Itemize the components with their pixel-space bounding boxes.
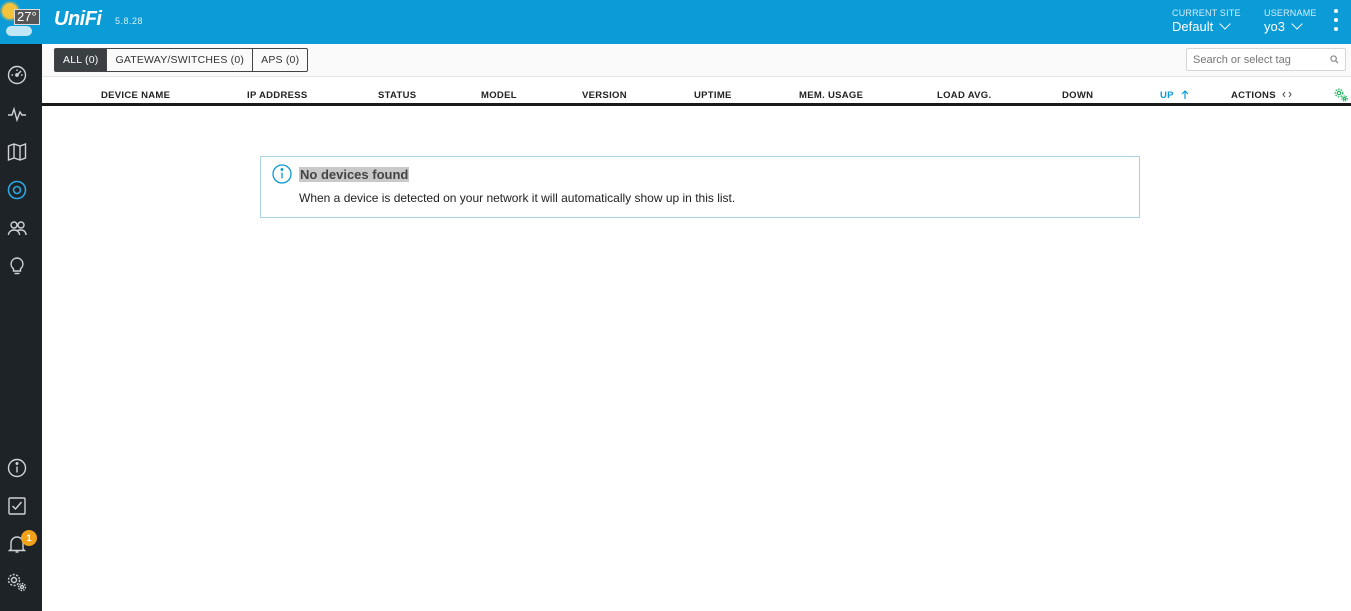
clients-icon[interactable] xyxy=(7,218,27,238)
column-actions-label: ACTIONS xyxy=(1231,90,1276,101)
empty-state-notice: No devices found When a device is detect… xyxy=(260,156,1140,218)
sort-ascending-icon xyxy=(1181,90,1189,99)
column-device-name[interactable]: DEVICE NAME xyxy=(101,90,170,101)
device-type-tabs: ALL (0) GATEWAY/SWITCHES (0) APS (0) xyxy=(54,48,309,72)
chevron-down-icon xyxy=(1291,18,1303,30)
tasks-icon[interactable] xyxy=(7,496,27,516)
column-mem-usage[interactable]: MEM. USAGE xyxy=(799,90,863,101)
info-icon xyxy=(272,164,292,184)
username-caption: USERNAME xyxy=(1264,8,1317,18)
settings-icon[interactable] xyxy=(7,572,27,592)
column-status[interactable]: STATUS xyxy=(378,90,416,101)
unifi-logo[interactable]: UniFi xyxy=(54,8,102,31)
weather-temperature: 27° xyxy=(14,9,40,25)
devices-icon[interactable] xyxy=(7,180,27,200)
tab-aps[interactable]: APS (0) xyxy=(252,49,307,71)
column-actions[interactable]: ACTIONS xyxy=(1231,90,1292,101)
username-value: yo3 xyxy=(1264,19,1285,34)
tab-all[interactable]: ALL (0) xyxy=(55,49,107,71)
current-site-caption: CURRENT SITE xyxy=(1172,8,1241,18)
insights-icon[interactable] xyxy=(7,256,27,276)
current-site-selector[interactable]: CURRENT SITE Default xyxy=(1172,8,1241,34)
column-model[interactable]: MODEL xyxy=(481,90,517,101)
table-header: DEVICE NAME IP ADDRESS STATUS MODEL VERS… xyxy=(42,78,1351,106)
version-label: 5.8.28 xyxy=(115,16,144,26)
search-input[interactable] xyxy=(1187,49,1327,70)
current-site-value: Default xyxy=(1172,19,1214,34)
column-up-label: UP xyxy=(1160,90,1174,101)
sidebar: 1 xyxy=(0,44,42,611)
column-down[interactable]: DOWN xyxy=(1062,90,1093,101)
statistics-icon[interactable] xyxy=(7,104,27,124)
chevron-down-icon xyxy=(1219,18,1231,30)
map-icon[interactable] xyxy=(7,142,27,162)
search-icon xyxy=(1330,55,1339,64)
column-version[interactable]: VERSION xyxy=(582,90,627,101)
column-up[interactable]: UP xyxy=(1160,90,1189,101)
dashboard-icon[interactable] xyxy=(7,65,27,85)
more-menu-icon[interactable] xyxy=(1333,9,1339,35)
cloud-icon xyxy=(6,26,32,36)
expand-horizontal-icon xyxy=(1282,91,1292,98)
filter-bar: ALL (0) GATEWAY/SWITCHES (0) APS (0) xyxy=(42,44,1351,77)
info-icon[interactable] xyxy=(7,458,27,478)
top-bar: 27° UniFi 5.8.28 CURRENT SITE Default US… xyxy=(0,0,1351,44)
tab-gateway-switches[interactable]: GATEWAY/SWITCHES (0) xyxy=(106,49,252,71)
alerts-badge: 1 xyxy=(21,530,37,546)
weather-widget[interactable]: 27° xyxy=(0,0,42,44)
tag-search[interactable] xyxy=(1186,48,1346,71)
column-uptime[interactable]: UPTIME xyxy=(694,90,732,101)
username-selector[interactable]: USERNAME yo3 xyxy=(1264,8,1317,34)
empty-state-message: When a device is detected on your networ… xyxy=(299,191,736,205)
column-load-avg[interactable]: LOAD AVG. xyxy=(937,90,991,101)
empty-state-title: No devices found xyxy=(299,167,410,182)
column-settings-icon[interactable] xyxy=(1334,88,1348,102)
column-ip-address[interactable]: IP ADDRESS xyxy=(247,90,308,101)
